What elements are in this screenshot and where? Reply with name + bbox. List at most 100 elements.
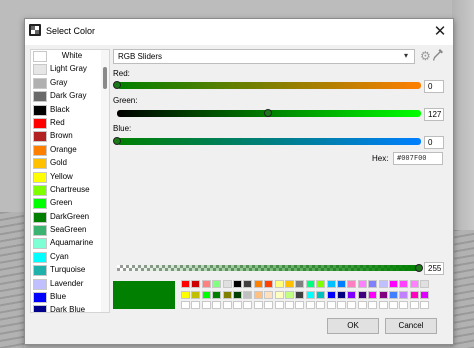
palette-swatch[interactable]: [295, 301, 305, 309]
palette-swatch[interactable]: [378, 301, 388, 309]
color-list-item[interactable]: Green: [31, 197, 109, 210]
palette-swatch[interactable]: [201, 301, 211, 309]
mode-dropdown[interactable]: RGB Sliders ▾: [113, 49, 415, 64]
palette-swatch[interactable]: [316, 280, 326, 288]
gear-icon[interactable]: ⚙: [420, 50, 431, 63]
palette-swatch[interactable]: [368, 280, 378, 288]
palette-swatch[interactable]: [212, 280, 222, 288]
color-list-item[interactable]: Lavender: [31, 278, 109, 291]
palette-swatch[interactable]: [233, 280, 242, 288]
color-list-item[interactable]: SeaGreen: [31, 224, 109, 237]
cancel-button[interactable]: Cancel: [385, 318, 437, 334]
color-list-item[interactable]: Light Gray: [31, 63, 109, 76]
color-list-item[interactable]: Turquoise: [31, 264, 109, 277]
color-list-item[interactable]: Blue: [31, 291, 109, 304]
color-list-item[interactable]: Red: [31, 117, 109, 130]
palette-swatch[interactable]: [212, 290, 222, 299]
palette-swatch[interactable]: [274, 280, 284, 288]
palette-swatch[interactable]: [409, 280, 419, 288]
palette-swatch[interactable]: [264, 290, 274, 299]
palette-swatch[interactable]: [243, 290, 253, 299]
palette-swatch[interactable]: [222, 290, 232, 299]
palette-swatch[interactable]: [326, 290, 336, 299]
palette-swatch[interactable]: [222, 301, 232, 309]
palette-swatch[interactable]: [316, 301, 326, 309]
palette-swatch[interactable]: [347, 301, 357, 309]
named-color-list[interactable]: White Light Gray Gray Dark Gray Black Red Brow…: [30, 49, 110, 313]
palette-swatch[interactable]: [347, 280, 357, 288]
palette-swatch[interactable]: [337, 301, 346, 309]
palette-swatch[interactable]: [264, 301, 274, 309]
blue-value-field[interactable]: 0: [424, 136, 444, 149]
palette-swatch[interactable]: [295, 290, 305, 299]
palette-swatch[interactable]: [378, 280, 388, 288]
palette-swatch[interactable]: [285, 280, 294, 288]
palette-swatch[interactable]: [274, 290, 284, 299]
palette-swatch[interactable]: [253, 290, 263, 299]
palette-swatch[interactable]: [191, 280, 201, 288]
color-list-item[interactable]: Cyan: [31, 251, 109, 264]
color-list-item[interactable]: Aquamarine: [31, 237, 109, 250]
color-list-item[interactable]: Yellow: [31, 171, 109, 184]
palette-swatch[interactable]: [201, 280, 211, 288]
color-list-item[interactable]: DarkGreen: [31, 211, 109, 224]
palette-swatch[interactable]: [285, 290, 294, 299]
palette-swatch[interactable]: [295, 280, 305, 288]
palette-swatch[interactable]: [389, 290, 398, 299]
palette-swatch[interactable]: [181, 301, 190, 309]
palette-swatch[interactable]: [243, 280, 253, 288]
palette-swatch[interactable]: [243, 301, 253, 309]
palette-swatch[interactable]: [253, 301, 263, 309]
blue-slider-knob[interactable]: [113, 137, 121, 145]
color-list-item[interactable]: Dark Blue: [31, 304, 109, 312]
palette-swatch[interactable]: [337, 280, 346, 288]
eyedropper-icon[interactable]: [432, 49, 444, 63]
palette-swatch[interactable]: [285, 301, 294, 309]
palette-swatch[interactable]: [378, 290, 388, 299]
palette-swatch[interactable]: [201, 290, 211, 299]
list-scroll-thumb[interactable]: [103, 67, 107, 90]
palette-swatch[interactable]: [233, 290, 242, 299]
palette-swatch[interactable]: [409, 290, 419, 299]
palette-swatch[interactable]: [191, 290, 201, 299]
color-list-item[interactable]: Orange: [31, 144, 109, 157]
palette-swatch[interactable]: [389, 301, 398, 309]
ok-button[interactable]: OK: [327, 318, 379, 334]
palette-swatch[interactable]: [316, 290, 326, 299]
palette-swatch[interactable]: [222, 280, 232, 288]
color-list-item[interactable]: Gray: [31, 77, 109, 90]
palette-swatch[interactable]: [305, 290, 315, 299]
palette-swatch[interactable]: [368, 290, 378, 299]
palette-swatch[interactable]: [357, 290, 367, 299]
color-list-item[interactable]: Dark Gray: [31, 90, 109, 103]
palette-swatch[interactable]: [420, 280, 430, 288]
palette-swatch[interactable]: [274, 301, 284, 309]
palette-swatch[interactable]: [347, 290, 357, 299]
color-list-item[interactable]: Gold: [31, 157, 109, 170]
blue-slider-track[interactable]: [117, 138, 421, 145]
palette-swatch[interactable]: [420, 290, 430, 299]
red-slider-knob[interactable]: [113, 81, 121, 89]
palette-swatch[interactable]: [337, 290, 346, 299]
green-value-field[interactable]: 127: [424, 108, 444, 121]
palette-swatch[interactable]: [420, 301, 430, 309]
palette-swatch[interactable]: [368, 301, 378, 309]
palette-swatch[interactable]: [399, 290, 409, 299]
palette-swatch[interactable]: [305, 301, 315, 309]
palette-swatch[interactable]: [399, 280, 409, 288]
palette-swatch[interactable]: [326, 280, 336, 288]
alpha-slider-track[interactable]: [117, 265, 419, 271]
close-icon[interactable]: ✕: [429, 21, 451, 43]
palette-swatch[interactable]: [399, 301, 409, 309]
palette-swatch[interactable]: [357, 280, 367, 288]
palette-swatch[interactable]: [389, 280, 398, 288]
list-scrollbar[interactable]: [101, 50, 109, 312]
alpha-slider-knob[interactable]: [415, 264, 423, 272]
alpha-value-field[interactable]: 255: [424, 262, 444, 275]
palette-swatch[interactable]: [253, 280, 263, 288]
palette-swatch[interactable]: [233, 301, 242, 309]
palette-swatch[interactable]: [191, 301, 201, 309]
palette-swatch[interactable]: [181, 290, 190, 299]
color-list-item[interactable]: Black: [31, 104, 109, 117]
color-list-item[interactable]: White: [31, 50, 109, 63]
